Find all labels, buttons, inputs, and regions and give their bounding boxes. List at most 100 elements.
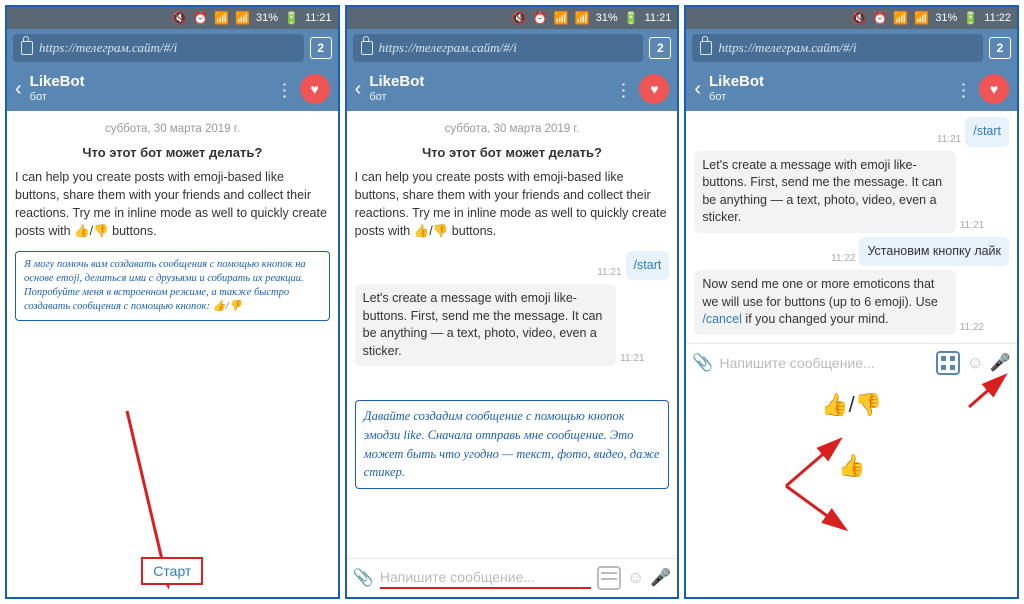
no-sound-icon: 🔇	[852, 12, 867, 24]
favorite-heart-button[interactable]: ♥	[300, 74, 330, 104]
message-time: 11:21	[620, 353, 644, 364]
emoji-icon[interactable]: ☺	[627, 568, 644, 588]
alarm-icon: ⏰	[193, 12, 208, 24]
menu-dots-icon[interactable]: ⋯	[613, 81, 634, 97]
tab-count-button[interactable]: 2	[989, 37, 1011, 59]
url-text: https://телеграм.сайт/#/i	[39, 40, 177, 56]
message-time: 11:22	[831, 253, 855, 264]
battery-icon: 🔋	[624, 12, 639, 24]
url-text: https://телеграм.сайт/#/i	[379, 40, 517, 56]
battery-percent: 31%	[596, 12, 618, 24]
tab-count-button[interactable]: 2	[310, 37, 332, 59]
status-bar: 🔇 ⏰ 📶 📶 31% 🔋 11:21	[7, 7, 338, 29]
lock-icon	[21, 41, 33, 55]
cancel-command-link[interactable]: /cancel	[702, 312, 742, 326]
sticker-thumb-up[interactable]: 👍	[838, 453, 865, 479]
keyboard-toggle-icon[interactable]	[597, 566, 621, 590]
chat-body: суббота, 30 марта 2019 г. Что этот бот м…	[347, 111, 678, 558]
no-sound-icon: 🔇	[512, 12, 527, 24]
incoming-message[interactable]: Let's create a message with emoji like-b…	[694, 151, 955, 233]
message-time: 11:21	[937, 134, 961, 145]
phone-screenshot-2: 🔇 ⏰ 📶 📶 31% 🔋 11:21 https://телеграм.сай…	[345, 5, 680, 599]
mic-icon[interactable]: 🎤	[990, 353, 1011, 373]
url-text: https://телеграм.сайт/#/i	[718, 40, 856, 56]
outgoing-message[interactable]: /start	[626, 251, 670, 281]
emoji-icon[interactable]: ☺	[966, 353, 983, 373]
signal-icon: 📶	[235, 12, 250, 24]
outgoing-message[interactable]: /start	[965, 117, 1009, 147]
message-text-part: Now send me one or more emoticons that w…	[702, 277, 938, 309]
chat-body: суббота, 30 марта 2019 г. Что этот бот м…	[7, 111, 338, 597]
annotation-arrow-branch	[776, 431, 866, 541]
battery-icon: 🔋	[284, 12, 299, 24]
url-bar[interactable]: https://телеграм.сайт/#/i	[692, 34, 983, 62]
status-clock: 11:22	[984, 12, 1011, 24]
command-menu-icon[interactable]	[936, 351, 960, 375]
callout-pointer	[425, 374, 449, 402]
chat-header: ‹ LikeBot бот ⋯ ♥	[7, 67, 338, 111]
menu-dots-icon[interactable]: ⋯	[273, 81, 294, 97]
lock-icon	[361, 41, 373, 55]
chat-body: 11:21 /start Let's create a message with…	[686, 111, 1017, 597]
phone-screenshot-3: 🔇 ⏰ 📶 📶 31% 🔋 11:22 https://телеграм.сай…	[684, 5, 1019, 599]
incoming-message-row: Now send me one or more emoticons that w…	[694, 270, 1009, 335]
start-button[interactable]: Старт	[141, 557, 203, 585]
incoming-message[interactable]: Let's create a message with emoji like-b…	[355, 284, 616, 366]
signal-icon: 📶	[914, 12, 929, 24]
message-time: 11:21	[960, 220, 984, 231]
translation-callout: Я могу помочь вам создавать сообщения с …	[15, 251, 330, 322]
sticker-thumbs-pair[interactable]: 👍/👎	[821, 392, 882, 418]
battery-percent: 31%	[935, 12, 957, 24]
incoming-message-row: Let's create a message with emoji like-b…	[694, 151, 1009, 233]
tab-count-button[interactable]: 2	[649, 37, 671, 59]
lock-icon	[700, 41, 712, 55]
browser-address-row: https://телеграм.сайт/#/i 2	[347, 29, 678, 67]
status-bar: 🔇 ⏰ 📶 📶 31% 🔋 11:22	[686, 7, 1017, 29]
message-input-row: 📎 Напишите сообщение... ☺ 🎤	[347, 558, 678, 597]
chat-subtitle: бот	[30, 91, 272, 104]
battery-icon: 🔋	[963, 12, 978, 24]
outgoing-message-row: 11:21 /start	[694, 117, 1009, 147]
alarm-icon: ⏰	[872, 12, 887, 24]
incoming-message[interactable]: Now send me one or more emoticons that w…	[694, 270, 955, 335]
outgoing-message[interactable]: Установим кнопку лайк	[859, 237, 1009, 267]
message-input-row: 📎 Напишите сообщение... ☺ 🎤	[686, 343, 1017, 382]
browser-address-row: https://телеграм.сайт/#/i 2	[7, 29, 338, 67]
wifi-icon: 📶	[214, 12, 229, 24]
chat-header: ‹ LikeBot бот ⋯ ♥	[686, 67, 1017, 111]
browser-address-row: https://телеграм.сайт/#/i 2	[686, 29, 1017, 67]
chat-subtitle: бот	[709, 91, 951, 104]
mic-icon[interactable]: 🎤	[650, 568, 671, 588]
translation-callout: Давайте создадим сообщение с помощью кно…	[355, 400, 670, 489]
attach-icon[interactable]: 📎	[692, 353, 713, 373]
menu-dots-icon[interactable]: ⋯	[953, 81, 974, 97]
outgoing-message-row: 11:21 /start	[355, 251, 670, 281]
favorite-heart-button[interactable]: ♥	[979, 74, 1009, 104]
status-bar: 🔇 ⏰ 📶 📶 31% 🔋 11:21	[347, 7, 678, 29]
wifi-icon: 📶	[893, 12, 908, 24]
bot-intro-text: I can help you create posts with emoji-b…	[15, 168, 330, 241]
date-separator: суббота, 30 марта 2019 г.	[15, 123, 330, 135]
bot-intro-text: I can help you create posts with emoji-b…	[355, 168, 670, 241]
phone-screenshot-1: 🔇 ⏰ 📶 📶 31% 🔋 11:21 https://телеграм.сай…	[5, 5, 340, 599]
outgoing-message-row: 11:22 Установим кнопку лайк	[694, 237, 1009, 267]
url-bar[interactable]: https://телеграм.сайт/#/i	[13, 34, 304, 62]
bot-intro-title: Что этот бот может делать?	[355, 145, 670, 160]
message-time: 11:21	[597, 267, 621, 278]
back-arrow-icon[interactable]: ‹	[694, 78, 701, 101]
url-bar[interactable]: https://телеграм.сайт/#/i	[353, 34, 644, 62]
alarm-icon: ⏰	[533, 12, 548, 24]
bot-intro-title: Что этот бот может делать?	[15, 145, 330, 160]
no-sound-icon: 🔇	[172, 12, 187, 24]
message-input[interactable]: Напишите сообщение...	[720, 353, 931, 373]
attach-icon[interactable]: 📎	[353, 568, 374, 588]
battery-percent: 31%	[256, 12, 278, 24]
favorite-heart-button[interactable]: ♥	[639, 74, 669, 104]
message-input[interactable]: Напишите сообщение...	[380, 567, 591, 589]
back-arrow-icon[interactable]: ‹	[15, 78, 22, 101]
back-arrow-icon[interactable]: ‹	[355, 78, 362, 101]
message-text-part: if you changed your mind.	[742, 312, 889, 326]
incoming-message-row: Let's create a message with emoji like-b…	[355, 284, 670, 366]
date-separator: суббота, 30 марта 2019 г.	[355, 123, 670, 135]
chat-header: ‹ LikeBot бот ⋯ ♥	[347, 67, 678, 111]
